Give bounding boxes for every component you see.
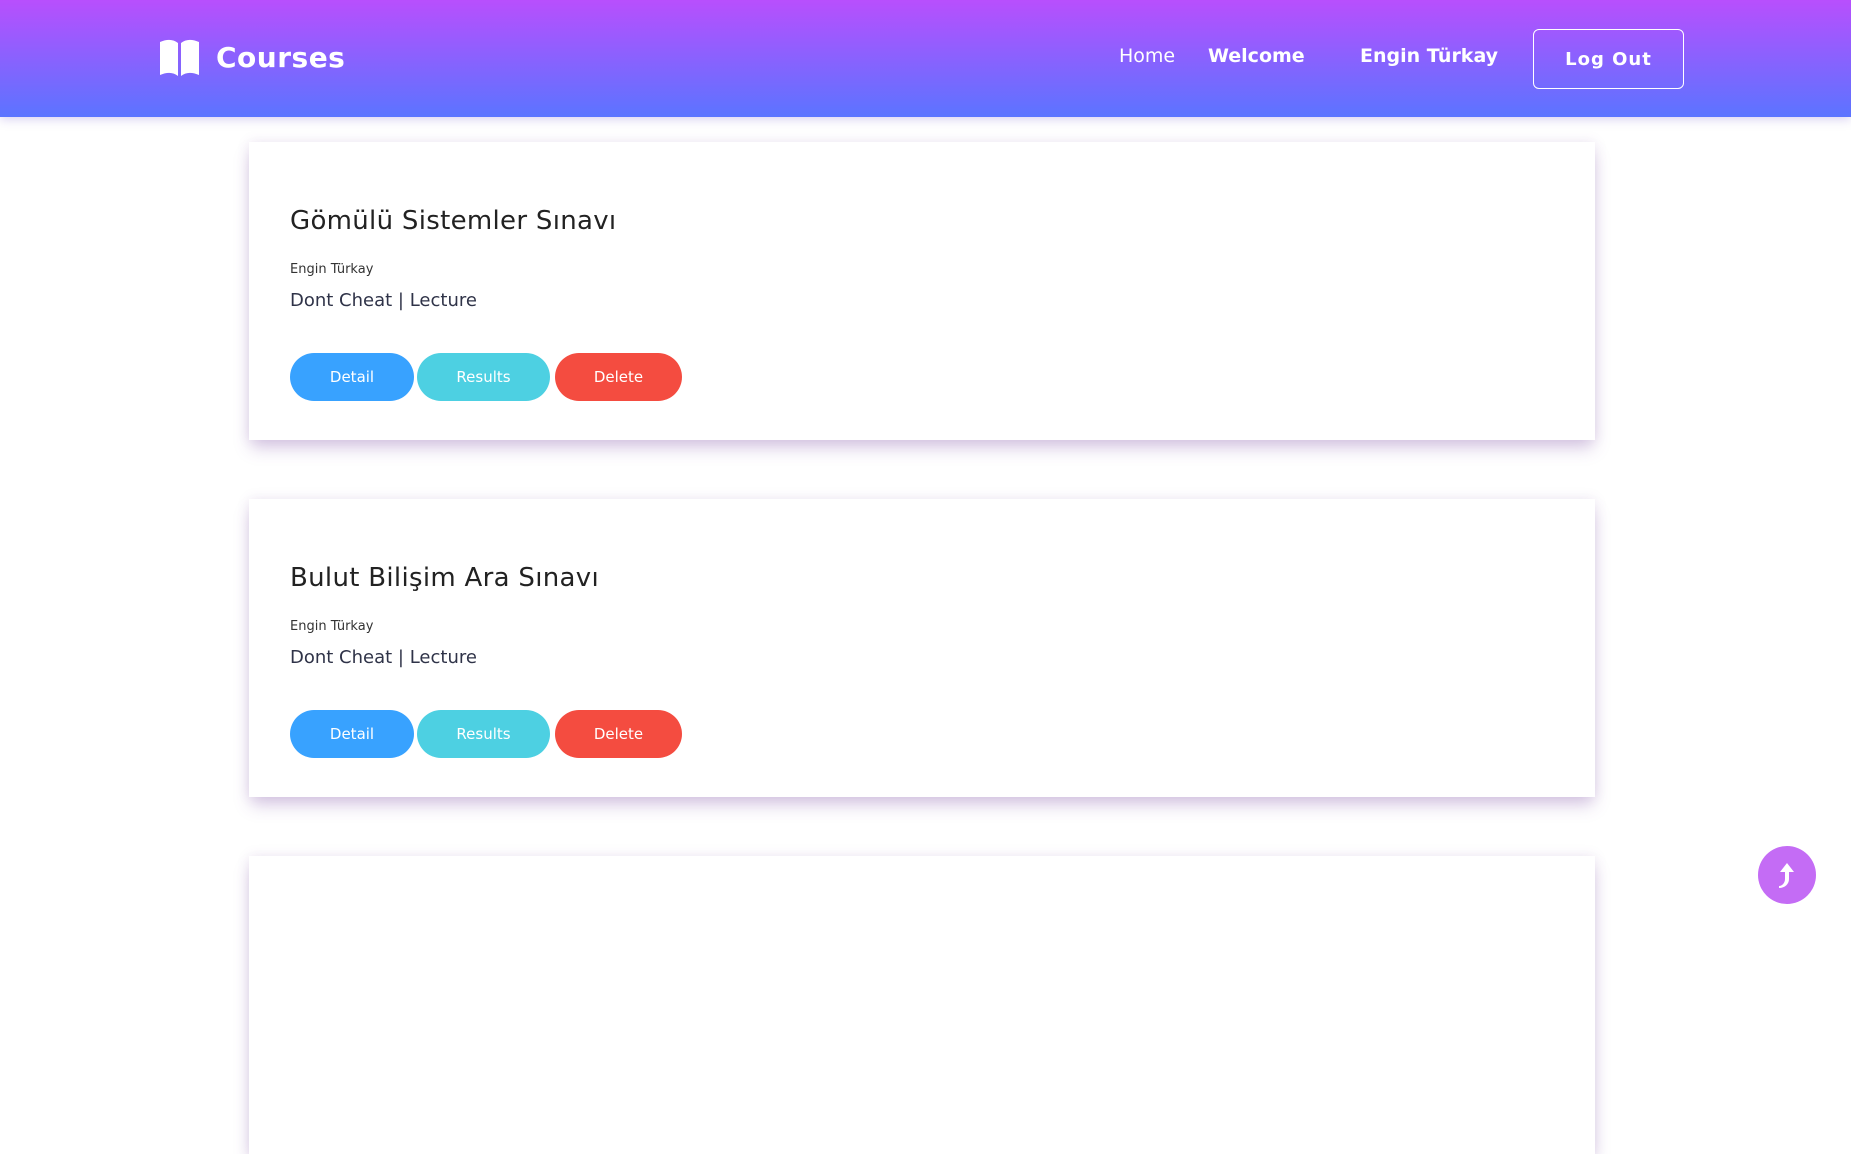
delete-button[interactable]: Delete — [555, 710, 682, 758]
results-button[interactable]: Results — [417, 710, 550, 758]
exam-card-partial — [249, 856, 1595, 1154]
exam-title: Bulut Bilişim Ara Sınavı — [290, 563, 599, 593]
nav-welcome-link[interactable]: Welcome — [1208, 45, 1305, 67]
nav-home-link[interactable]: Home — [1119, 45, 1175, 67]
arrow-up-icon — [1779, 863, 1794, 888]
book-open-icon — [160, 39, 199, 76]
exam-card: Gömülü Sistemler Sınavı Engin Türkay Don… — [249, 142, 1595, 440]
exam-card: Bulut Bilişim Ara Sınavı Engin Türkay Do… — [249, 499, 1595, 797]
detail-button[interactable]: Detail — [290, 353, 414, 401]
results-button[interactable]: Results — [417, 353, 550, 401]
exam-description: Dont Cheat | Lecture — [290, 290, 477, 311]
exam-title: Gömülü Sistemler Sınavı — [290, 206, 617, 236]
exam-author: Engin Türkay — [290, 262, 374, 277]
delete-button[interactable]: Delete — [555, 353, 682, 401]
logout-button[interactable]: Log Out — [1533, 29, 1684, 89]
nav-user-link[interactable]: Engin Türkay — [1360, 45, 1498, 67]
detail-button[interactable]: Detail — [290, 710, 414, 758]
brand-link[interactable]: Courses — [159, 36, 345, 78]
scroll-to-top-button[interactable] — [1758, 846, 1816, 904]
brand-title: Courses — [216, 40, 346, 74]
exam-author: Engin Türkay — [290, 619, 374, 634]
navbar: Courses Home Welcome Engin Türkay Log Ou… — [0, 0, 1851, 117]
exam-description: Dont Cheat | Lecture — [290, 647, 477, 668]
